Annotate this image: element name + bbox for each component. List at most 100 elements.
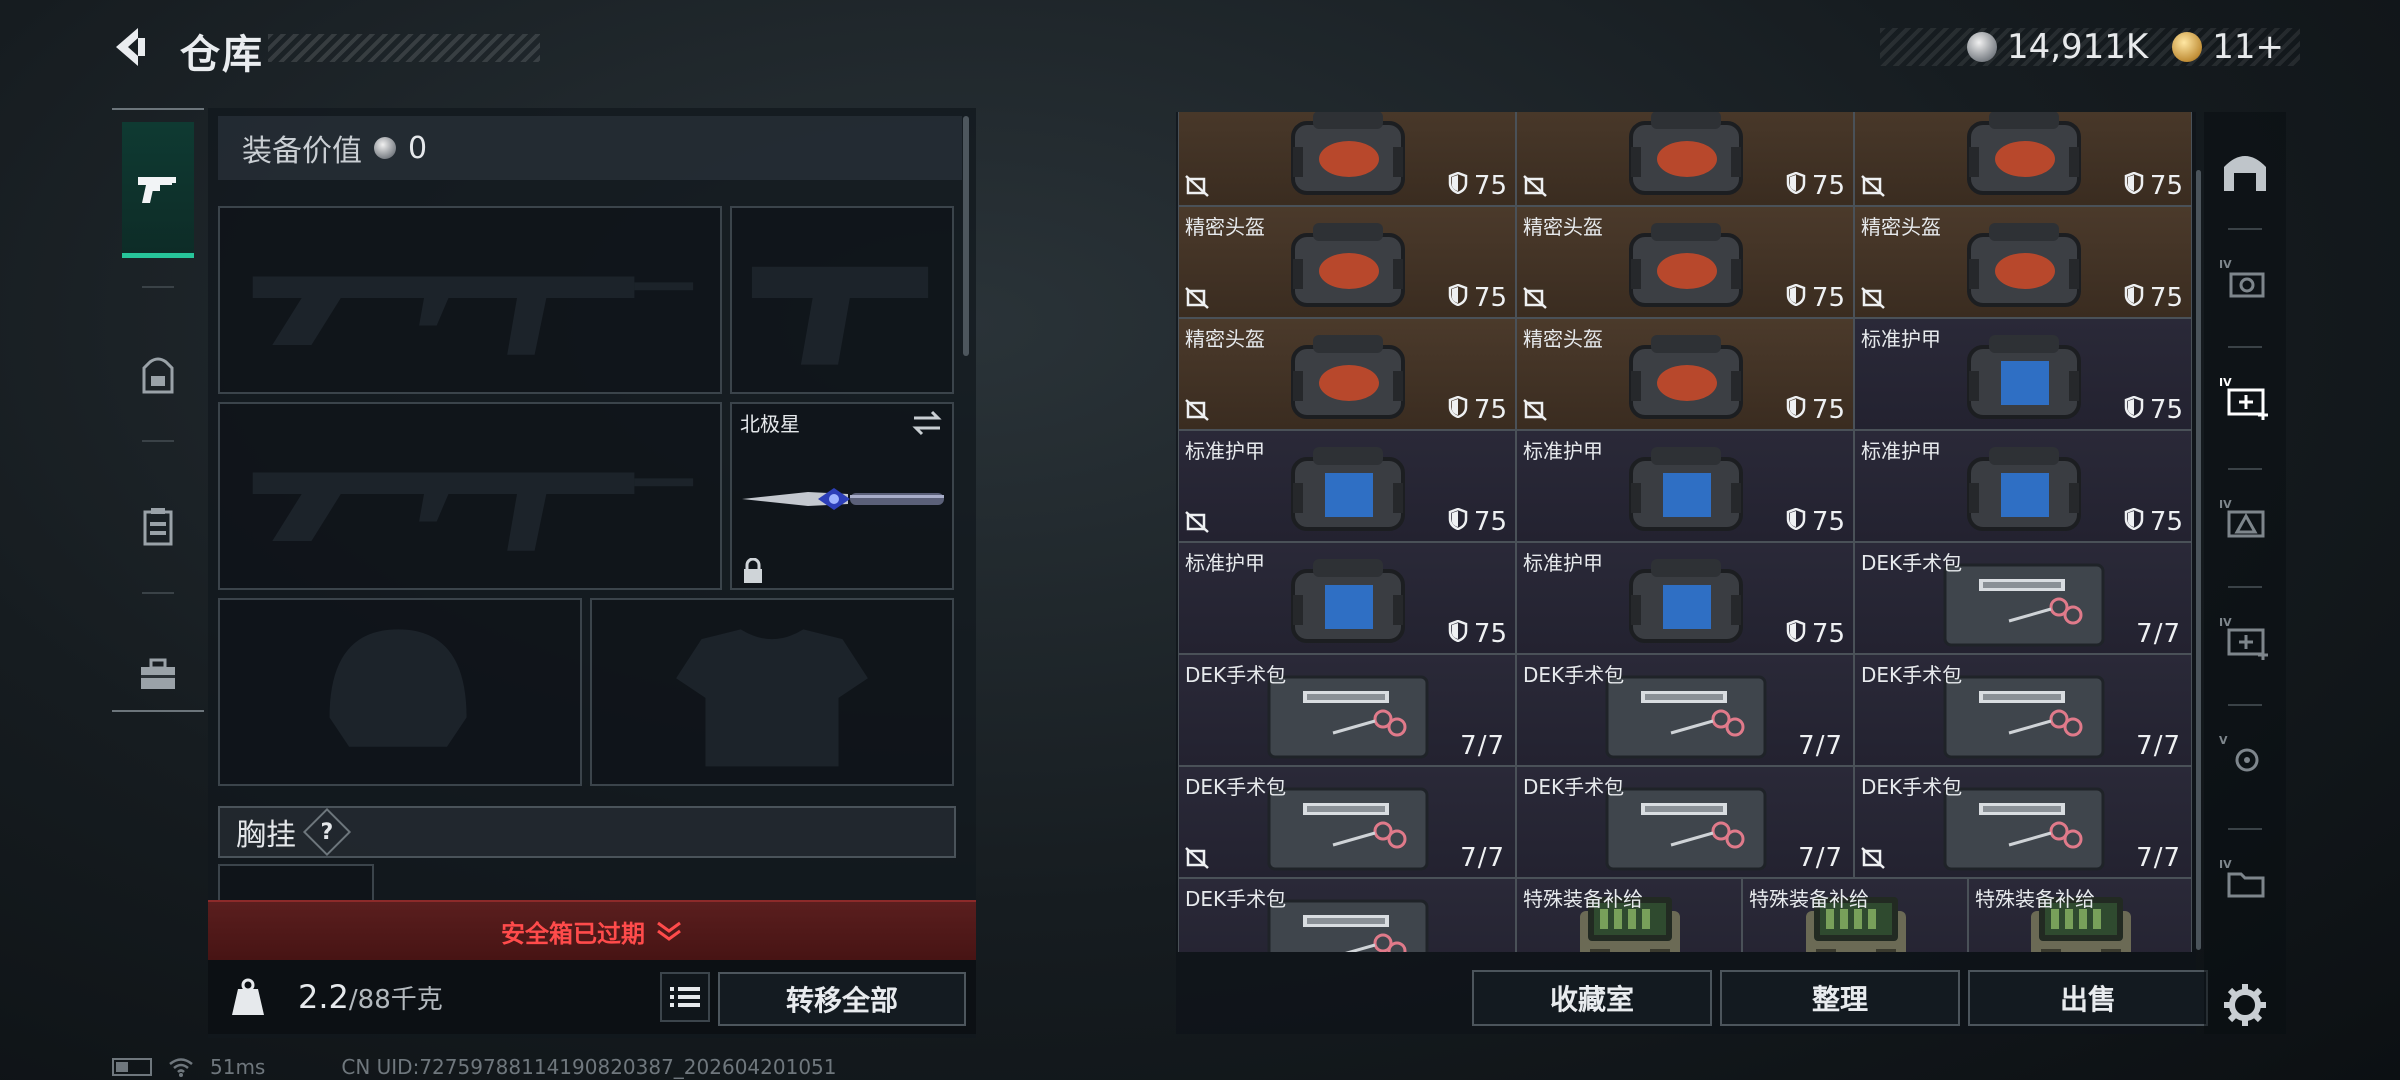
transfer-all-button[interactable]: 转移全部 (718, 972, 966, 1026)
status-bar: 51ms CN UID:72759788114190820387_2026042… (112, 1054, 1012, 1080)
pistol-icon (138, 176, 176, 203)
durability: 75 (1448, 619, 1507, 649)
equipment-value-number: 0 (408, 130, 428, 166)
storage-tab-2[interactable]: IV (2212, 234, 2278, 334)
back-button[interactable] (108, 22, 158, 72)
item-name: 标准护甲 (1861, 439, 1941, 463)
not-insured-icon (1523, 287, 1547, 309)
storage-home-icon (2218, 143, 2272, 201)
shield-icon (2124, 171, 2144, 201)
medkit-art (1263, 779, 1433, 877)
storage-item-medkit[interactable]: DEK手术包7/7 (1854, 654, 2192, 766)
storage-item-medkit[interactable]: DEK手术包7/7 (1516, 654, 1854, 766)
medkit-art (1601, 779, 1771, 877)
collection-room-button[interactable]: 收藏室 (1472, 970, 1712, 1026)
stack-count: 7/7 (2136, 619, 2181, 649)
storage-tab-1[interactable] (2212, 122, 2278, 222)
rail-tab-chest-rig[interactable] (122, 458, 194, 594)
chest-rig-slot[interactable] (218, 864, 374, 904)
silver-currency-value: 14,911K (2006, 27, 2149, 67)
storage-grid: 75 75 75 精密头盔 75 精密头盔 75 精密头盔 75 精密头盔 75 精密头盔 75 标准护甲… (1178, 112, 2192, 952)
durability-value: 75 (2149, 507, 2183, 537)
rail-tab-weapons[interactable] (122, 122, 194, 258)
primary-weapon-slot-1[interactable] (218, 206, 722, 394)
storage-item-medkit[interactable]: DEK手术包7/7 (1178, 766, 1516, 878)
storage-item-supply[interactable]: 特殊装备补给 (1516, 878, 1742, 952)
storage-item-helmet[interactable]: 精密头盔 75 (1516, 318, 1854, 430)
storage-item-helmet[interactable]: 精密头盔 75 (1178, 206, 1516, 318)
storage-item-medkit[interactable]: DEK手术包7/7 (1854, 542, 2192, 654)
sidearm-slot[interactable] (730, 206, 954, 394)
storage-scrollbar[interactable] (2196, 170, 2201, 950)
category-rail (112, 108, 204, 712)
rail-tab-backpack[interactable] (122, 308, 194, 444)
not-insured-icon (1523, 175, 1547, 197)
storage-item-medkit[interactable]: DEK手术包7/7 (1854, 766, 2192, 878)
item-name: DEK手术包 (1523, 775, 1625, 799)
tab-separator (2228, 228, 2262, 230)
storage-item-armor[interactable]: 标准护甲 75 (1178, 430, 1516, 542)
storage-item-helmet[interactable]: 精密头盔 75 (1516, 206, 1854, 318)
not-insured-icon (1861, 287, 1885, 309)
durability: 75 (1786, 171, 1845, 201)
storage-tab-6[interactable]: V (2212, 710, 2278, 810)
storage-item-armor[interactable]: 标准护甲 75 (1516, 430, 1854, 542)
storage-item-helmet[interactable]: 75 (1516, 112, 1854, 206)
storage-item-medkit[interactable]: DEK手术包7/7 (1516, 766, 1854, 878)
storage-tab-7[interactable]: IV (2212, 834, 2278, 934)
item-name: 精密头盔 (1523, 327, 1603, 351)
swap-icon[interactable] (910, 410, 944, 436)
sell-button[interactable]: 出售 (1968, 970, 2208, 1026)
durability: 75 (1786, 395, 1845, 425)
stack-count: 7/7 (1798, 731, 1843, 761)
storage-item-helmet[interactable]: 精密头盔 75 (1178, 318, 1516, 430)
storage-item-helmet[interactable]: 75 (1178, 112, 1516, 206)
storage-tab-5[interactable]: IV (2212, 592, 2278, 692)
equipment-scrollbar[interactable] (963, 116, 969, 356)
storage-item-armor[interactable]: 标准护甲 75 (1178, 542, 1516, 654)
helmet-silhouette-icon (329, 629, 467, 747)
storage-tab-4[interactable]: IV (2212, 474, 2278, 574)
storage-item-supply[interactable]: 特殊装备补给 (1968, 878, 2192, 952)
storage-actions: 收藏室 整理 出售 (1472, 970, 2212, 1026)
equipment-panel: 装备价值 0 北极星 胸挂 ? (208, 108, 976, 1038)
helmet-art (1283, 331, 1413, 429)
rail-tab-toolbox[interactable] (122, 606, 194, 742)
silver-coin-icon (374, 137, 396, 159)
not-insured-icon (1185, 511, 1209, 533)
storage-item-helmet[interactable]: 75 (1854, 112, 2192, 206)
helmet-art (1959, 219, 2089, 317)
primary-weapon-slot-2[interactable] (218, 402, 722, 590)
durability: 75 (2124, 395, 2183, 425)
helmet-art (1283, 219, 1413, 317)
chest-rig-row[interactable]: 胸挂 ? (218, 806, 956, 858)
storage-item-armor[interactable]: 标准护甲 75 (1854, 430, 2192, 542)
ping-value: 51ms (210, 1055, 266, 1079)
stack-count: 7/7 (1460, 731, 1505, 761)
gold-currency-value[interactable]: 11+ (2212, 27, 2284, 67)
safebox-expired-bar[interactable]: 安全箱已过期 (208, 900, 976, 960)
storage-tab-3[interactable]: IV (2212, 352, 2278, 452)
item-name: 精密头盔 (1185, 327, 1265, 351)
item-name: 精密头盔 (1185, 215, 1265, 239)
storage-item-supply[interactable]: 特殊装备补给 (1742, 878, 1968, 952)
helmet-slot[interactable] (218, 598, 582, 786)
storage-item-armor[interactable]: 标准护甲 75 (1516, 542, 1854, 654)
storage-tab-8[interactable] (2212, 972, 2278, 1042)
help-icon[interactable]: ? (302, 807, 352, 857)
svg-text:IV: IV (2219, 858, 2232, 871)
svg-text:IV: IV (2219, 376, 2232, 389)
not-insured-icon (1185, 175, 1209, 197)
list-view-button[interactable] (660, 972, 710, 1022)
organize-button[interactable]: 整理 (1720, 970, 1960, 1026)
helmet-art (1621, 331, 1751, 429)
storage-item-armor[interactable]: 标准护甲 75 (1854, 318, 2192, 430)
melee-slot[interactable]: 北极星 (730, 402, 954, 590)
stack-count: 7/7 (2136, 843, 2181, 873)
storage-item-medkit[interactable]: DEK手术包7/7 (1178, 654, 1516, 766)
wifi-icon (169, 1058, 193, 1077)
body-armor-slot[interactable] (590, 598, 954, 786)
storage-item-helmet[interactable]: 精密头盔 75 (1854, 206, 2192, 318)
storage-item-medkit[interactable]: DEK手术包7/7 (1178, 878, 1516, 952)
durability-value: 75 (1473, 619, 1507, 649)
